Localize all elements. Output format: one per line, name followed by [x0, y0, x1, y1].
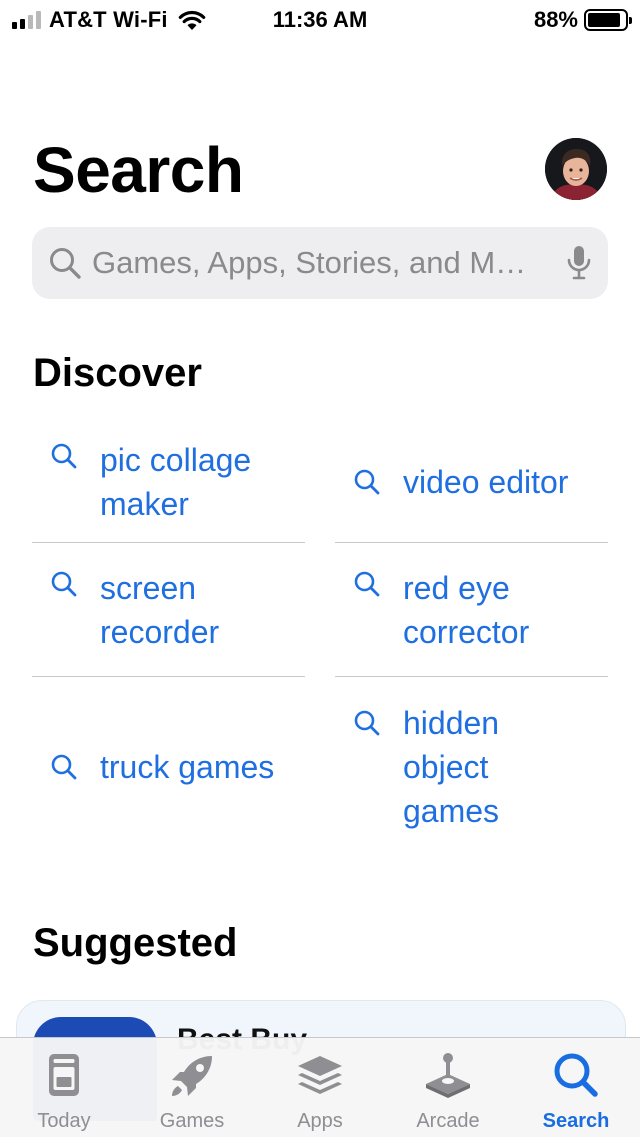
discover-item-screen-recorder[interactable]: screen recorder: [32, 543, 305, 677]
discover-item-label: red eye corrector: [403, 570, 530, 650]
joystick-icon: [426, 1053, 470, 1098]
discover-grid: pic collage maker video editor screen re…: [32, 420, 608, 857]
search-icon: [354, 710, 380, 736]
search-icon: [51, 571, 77, 597]
search-icon: [354, 469, 380, 494]
battery-percent: 88%: [533, 7, 578, 32]
suggested-heading: Suggested: [33, 921, 238, 965]
discover-item-red-eye-corrector[interactable]: red eye corrector: [335, 543, 608, 677]
tab-today[interactable]: Today: [0, 1038, 128, 1137]
rocket-icon: [172, 1056, 212, 1096]
search-field[interactable]: [32, 227, 608, 299]
discover-item-label: hidden object games: [403, 705, 500, 829]
discover-item-video-editor[interactable]: video editor: [335, 420, 608, 543]
discover-item-truck-games[interactable]: truck games: [32, 677, 305, 857]
discover-item-label: pic collage maker: [100, 441, 252, 522]
tab-bar: Today Games Apps Arcade Search: [0, 1037, 640, 1137]
tab-label: Apps: [297, 1110, 343, 1132]
tab-search[interactable]: Search: [512, 1038, 640, 1137]
search-icon: [51, 754, 77, 780]
apps-stack-icon: [298, 1056, 342, 1094]
search-icon: [51, 443, 77, 469]
tab-apps[interactable]: Apps: [256, 1038, 384, 1137]
discover-row: truck games hidden object games: [32, 677, 608, 857]
tab-games[interactable]: Games: [128, 1038, 256, 1137]
discover-item-hidden-object-games[interactable]: hidden object games: [335, 677, 608, 857]
discover-row: screen recorder red eye corrector: [32, 543, 608, 677]
tab-label: Games: [159, 1110, 225, 1132]
discover-item-pic-collage-maker[interactable]: pic collage maker: [32, 420, 305, 543]
search-input[interactable]: [92, 245, 560, 281]
tab-label: Search: [542, 1110, 610, 1132]
tab-label: Arcade: [416, 1110, 480, 1132]
tab-arcade[interactable]: Arcade: [384, 1038, 512, 1137]
discover-item-label: truck games: [100, 749, 275, 785]
status-bar: AT&T Wi-Fi 11:36 AM 88%: [0, 0, 640, 40]
today-icon: [49, 1054, 79, 1096]
page-title: Search: [33, 134, 244, 206]
discover-item-label: video editor: [403, 463, 569, 500]
search-icon: [554, 1053, 598, 1097]
search-icon: [50, 248, 81, 279]
discover-heading: Discover: [33, 351, 202, 395]
discover-row: pic collage maker video editor: [32, 420, 608, 543]
search-icon: [354, 571, 380, 597]
microphone-icon[interactable]: [566, 244, 592, 282]
battery-icon: [584, 9, 632, 31]
status-right: 88%: [533, 6, 632, 34]
account-avatar[interactable]: [545, 138, 607, 200]
tab-label: Today: [37, 1110, 91, 1132]
avatar-image: [545, 138, 607, 200]
discover-item-label: screen recorder: [100, 570, 220, 650]
